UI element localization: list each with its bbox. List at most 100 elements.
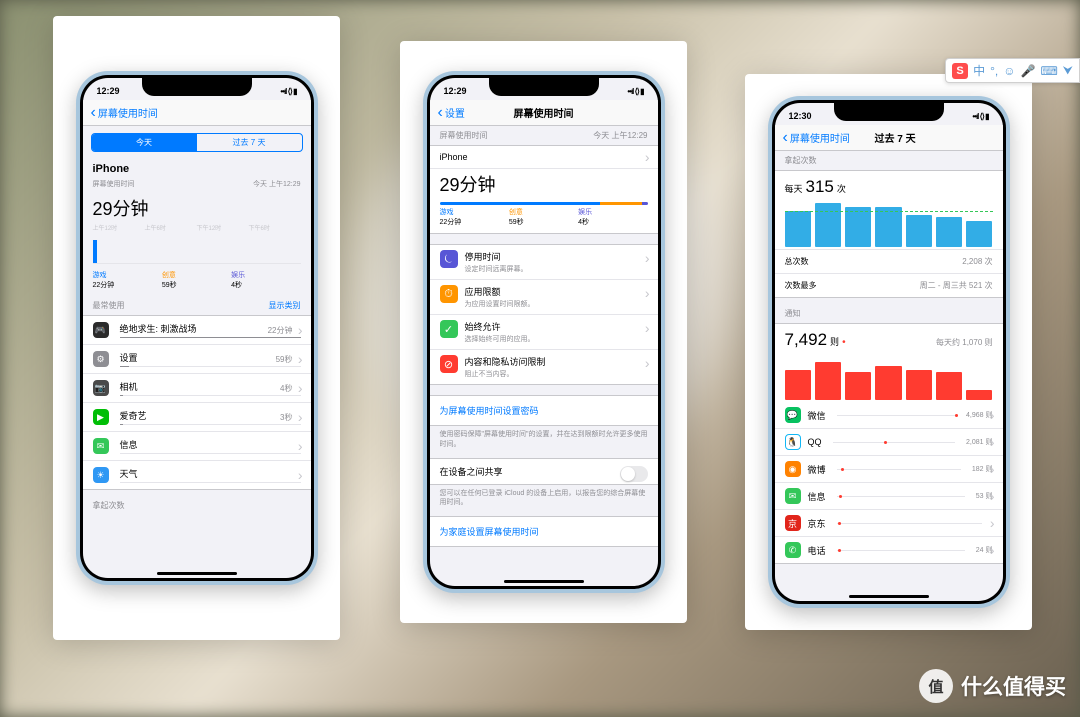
watermark-badge: 值 [919, 669, 953, 703]
app-row[interactable]: ☀ 天气 [83, 461, 311, 489]
ime-mic-icon[interactable]: 🎤 [1021, 64, 1036, 78]
app-row[interactable]: 🎮 绝地求生: 刺激战场 22分钟 [83, 316, 311, 345]
most-used-header: 最常使用显示类别 [83, 296, 311, 315]
hourly-chart [93, 234, 301, 264]
notif-app-row[interactable]: 💬 微信 4,968 则 [775, 402, 1003, 429]
notif-app-row[interactable]: 🐧 QQ 2,081 则 [775, 429, 1003, 456]
share-row[interactable]: 在设备之间共享 [430, 459, 658, 484]
app-row[interactable]: 📷 相机 4秒 [83, 374, 311, 403]
pickups-header: 拿起次数 [83, 496, 311, 515]
share-toggle[interactable] [620, 466, 648, 482]
app-icon: ✉ [785, 488, 801, 504]
device-title: iPhone [93, 163, 301, 175]
summary-card: iPhone 29分钟 游戏22分钟 创意59秒 娱乐4秒 [430, 145, 658, 234]
watermark: 值 什么值得买 [919, 669, 1066, 703]
app-icon: ▶ [93, 409, 109, 425]
total-pickups-row: 总次数2,208 次 [775, 249, 1003, 273]
panel-3: 12:30 ••ıl ⟨⟩ ▮ 屏幕使用时间 过去 7 天 拿起次数 每天 31… [745, 74, 1032, 630]
subhead: 屏幕使用时间 [93, 179, 135, 189]
notif-chart [785, 352, 993, 400]
segment-control[interactable]: 今天 过去 7 天 [91, 133, 303, 152]
app-icon: ✉ [93, 438, 109, 454]
set-passcode-link[interactable]: 为屏幕使用时间设置密码 [430, 396, 658, 425]
notch [489, 78, 599, 96]
notif-app-row[interactable]: ◉ 微博 182 则 [775, 456, 1003, 483]
nav-bar: 屏幕使用时间 [83, 100, 311, 126]
status-icons: ••ıl ⟨⟩ ▮ [280, 87, 296, 96]
device-row[interactable]: iPhone [430, 146, 658, 169]
notif-avg: 每天约 1,070 则 [936, 337, 992, 348]
notif-card: 7,492 则 • 每天约 1,070 则 💬 微信 4,968 则 🐧 QQ … [775, 323, 1003, 564]
notif-app-row[interactable]: ✉ 信息 53 则 [775, 483, 1003, 510]
app-icon: 京 [785, 515, 801, 531]
nav-bar: 设置 屏幕使用时间 [430, 100, 658, 126]
back-button[interactable]: 设置 [438, 105, 465, 120]
ime-punct-icon[interactable]: °, [990, 64, 998, 78]
notch [834, 103, 944, 121]
app-icon: 💬 [785, 407, 801, 423]
home-indicator[interactable] [157, 572, 237, 575]
option-row[interactable]: ✓ 始终允许选择始终可用的应用。 [430, 315, 658, 350]
pickup-count: 315 [806, 177, 834, 197]
seg-today[interactable]: 今天 [92, 134, 197, 151]
sogou-logo-icon[interactable]: S [952, 63, 968, 79]
panel-2: 12:29 ••ıl ⟨⟩ ▮ 设置 屏幕使用时间 屏幕使用时间今天 上午12:… [400, 41, 687, 623]
app-icon: 📷 [93, 380, 109, 396]
ime-toolbar[interactable]: S 中 °, ☺ 🎤 ⌨ ⮟ [945, 58, 1080, 83]
phone-1: 12:29 ••ıl ⟨⟩ ▮ 屏幕使用时间 今天 过去 7 天 iPhone … [76, 71, 318, 585]
watermark-text: 什么值得买 [961, 671, 1066, 701]
ime-mode[interactable]: 中 [973, 62, 985, 79]
home-indicator[interactable] [849, 595, 929, 598]
option-row[interactable]: ⏾ 停用时间设定时间远离屏幕。 [430, 245, 658, 280]
category-labels: 游戏22分钟 创意59秒 娱乐4秒 [83, 268, 311, 296]
section-header: 屏幕使用时间今天 上午12:29 [430, 126, 658, 145]
status-icons: ••ıl ⟨⟩ ▮ [972, 112, 988, 121]
category-labels: 游戏22分钟 创意59秒 娱乐4秒 [430, 205, 658, 233]
home-indicator[interactable] [504, 580, 584, 583]
option-row[interactable]: ⊘ 内容和隐私访问限制阻止不当内容。 [430, 350, 658, 384]
family-link[interactable]: 为家庭设置屏幕使用时间 [430, 517, 658, 546]
seg-week[interactable]: 过去 7 天 [197, 134, 302, 151]
notif-app-list: 💬 微信 4,968 则 🐧 QQ 2,081 则 ◉ 微博 182 则 ✉ 信… [775, 402, 1003, 563]
status-time: 12:29 [97, 86, 120, 96]
status-time: 12:30 [789, 111, 812, 121]
app-icon: ◉ [785, 461, 801, 477]
show-categories-link[interactable]: 显示类别 [269, 300, 301, 311]
ime-keyboard-icon[interactable]: ⌨ [1040, 64, 1057, 78]
options-list: ⏾ 停用时间设定时间远离屏幕。 ⏱ 应用限额为应用设置时间限额。 ✓ 始终允许选… [430, 244, 658, 385]
back-button[interactable]: 屏幕使用时间 [783, 130, 850, 145]
option-icon: ✓ [440, 320, 458, 338]
ime-emoji-icon[interactable]: ☺ [1003, 64, 1015, 78]
passcode-note: 使用密码保障"屏幕使用时间"的设置，并在达到限额时允许更多使用时间。 [430, 426, 658, 458]
most-pickups-row: 次数最多周二 - 周三共 521 次 [775, 273, 1003, 297]
option-row[interactable]: ⏱ 应用限额为应用设置时间限额。 [430, 280, 658, 315]
total-time: 29分钟 [430, 169, 658, 199]
time-axis: 上午12时上午6时下午12时下午6时 [83, 223, 311, 232]
phone-3: 12:30 ••ıl ⟨⟩ ▮ 屏幕使用时间 过去 7 天 拿起次数 每天 31… [768, 96, 1010, 608]
app-row[interactable]: ✉ 信息 [83, 432, 311, 461]
status-time: 12:29 [444, 86, 467, 96]
notif-count: 7,492 [785, 330, 828, 350]
back-button[interactable]: 屏幕使用时间 [91, 105, 158, 120]
app-icon: 🐧 [785, 434, 801, 450]
pickups-chart [785, 199, 993, 247]
panel-1: 12:29 ••ıl ⟨⟩ ▮ 屏幕使用时间 今天 过去 7 天 iPhone … [53, 16, 340, 640]
option-icon: ⏾ [440, 250, 458, 268]
notif-app-row[interactable]: ✆ 电话 24 则 [775, 537, 1003, 563]
app-list: 🎮 绝地求生: 刺激战场 22分钟 ⚙ 设置 59秒 📷 相机 4秒 ▶ 爱奇艺… [83, 315, 311, 490]
status-icons: ••ıl ⟨⟩ ▮ [627, 87, 643, 96]
ime-dropdown-icon[interactable]: ⮟ [1063, 63, 1073, 78]
notch [142, 78, 252, 96]
notif-app-row[interactable]: 京 京东 [775, 510, 1003, 537]
app-icon: ✆ [785, 542, 801, 558]
share-note: 您可以在任何已登录 iCloud 的设备上启用，以报告您的综合屏幕使用时间。 [430, 485, 658, 517]
pickups-card: 每天 315 次 总次数2,208 次 次数最多周二 - 周三共 521 次 [775, 170, 1003, 298]
app-row[interactable]: ⚙ 设置 59秒 [83, 345, 311, 374]
app-icon: ⚙ [93, 351, 109, 367]
app-row[interactable]: ▶ 爱奇艺 3秒 [83, 403, 311, 432]
option-icon: ⏱ [440, 285, 458, 303]
phone-2: 12:29 ••ıl ⟨⟩ ▮ 设置 屏幕使用时间 屏幕使用时间今天 上午12:… [423, 71, 665, 593]
app-icon: 🎮 [93, 322, 109, 338]
app-icon: ☀ [93, 467, 109, 483]
nav-bar: 屏幕使用时间 过去 7 天 [775, 125, 1003, 151]
